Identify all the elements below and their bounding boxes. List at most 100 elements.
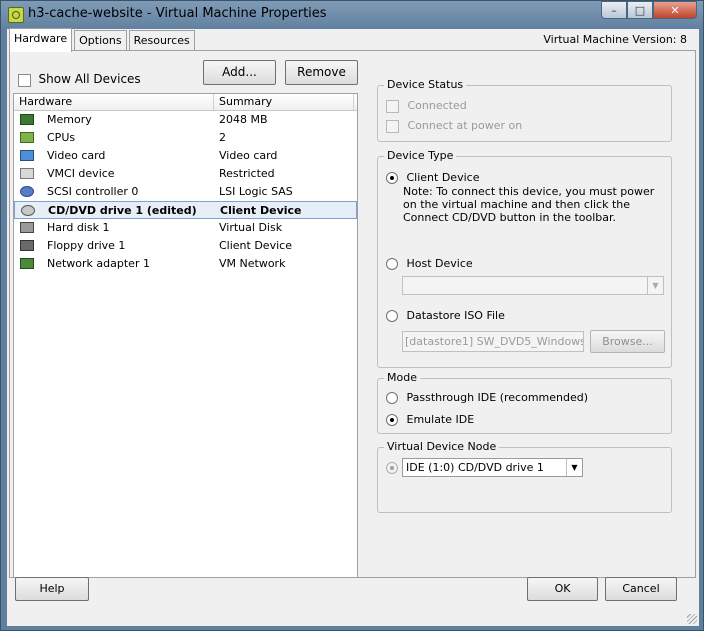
browse-button[interactable]: Browse... <box>590 330 665 353</box>
hardware-name: Network adapter 1 <box>47 257 150 270</box>
mode-group: Mode Passthrough IDE (recommended) Emula… <box>377 371 672 434</box>
emulate-ide-radio[interactable]: Emulate IDE <box>386 413 474 426</box>
hardware-name: Floppy drive 1 <box>47 239 126 252</box>
table-row[interactable]: Video card Video card <box>14 147 357 165</box>
tab-strip: Hardware Options Resources <box>9 28 197 52</box>
hardware-summary: Client Device <box>219 239 292 252</box>
hardware-list-header: Hardware Summary <box>14 94 357 111</box>
hardware-name: Hard disk 1 <box>47 221 110 234</box>
tab-resources[interactable]: Resources <box>128 30 195 51</box>
close-button[interactable]: ✕ <box>653 1 697 19</box>
device-status-group: Device Status Connected Connect at power… <box>377 78 672 142</box>
radio-icon <box>386 392 398 404</box>
cancel-button[interactable]: Cancel <box>605 577 677 601</box>
table-row[interactable]: Network adapter 1 VM Network <box>14 255 357 273</box>
hardware-list: Hardware Summary Memory 2048 MB CPUs 2 Video… <box>13 93 358 578</box>
dialog-client-area: Hardware Options Resources Virtual Machi… <box>7 28 699 626</box>
minimize-icon: – <box>611 3 617 17</box>
radio-icon <box>386 172 398 184</box>
help-button[interactable]: Help <box>15 577 89 601</box>
mode-title: Mode <box>384 371 420 384</box>
connected-checkbox[interactable]: Connected <box>386 99 467 113</box>
table-row[interactable]: CD/DVD drive 1 (edited) Client Device <box>14 201 357 219</box>
device-type-title: Device Type <box>384 149 457 162</box>
cd-dvd-icon <box>21 205 35 216</box>
virtual-device-node-group: Virtual Device Node IDE (1:0) CD/DVD dri… <box>377 440 672 513</box>
hard-disk-icon <box>20 222 34 233</box>
host-device-select[interactable]: ▼ <box>402 276 664 295</box>
ok-button[interactable]: OK <box>527 577 598 601</box>
remove-button[interactable]: Remove <box>285 60 358 85</box>
hardware-rows: Memory 2048 MB CPUs 2 Video card Video card VM… <box>14 111 357 273</box>
add-button[interactable]: Add... <box>203 60 276 85</box>
hardware-name: CD/DVD drive 1 (edited) <box>48 204 197 217</box>
table-row[interactable]: Memory 2048 MB <box>14 111 357 129</box>
hardware-summary: Client Device <box>220 204 302 217</box>
passthrough-ide-label: Passthrough IDE (recommended) <box>406 391 589 404</box>
datastore-iso-radio[interactable]: Datastore ISO File <box>386 309 505 322</box>
minimize-button[interactable]: – <box>601 1 627 19</box>
datastore-iso-path-value: [datastore1] SW_DVD5_Windows_Sv <box>405 335 583 348</box>
hardware-summary: Virtual Disk <box>219 221 283 234</box>
column-summary[interactable]: Summary <box>214 94 354 110</box>
virtual-device-node-radio <box>386 462 398 474</box>
radio-icon <box>386 310 398 322</box>
floppy-icon <box>20 240 34 251</box>
network-adapter-icon <box>20 258 34 269</box>
memory-icon <box>20 114 34 125</box>
dialog-window: h3-cache-website - Virtual Machine Prope… <box>0 0 704 631</box>
window-title: h3-cache-website - Virtual Machine Prope… <box>28 6 327 21</box>
table-row[interactable]: Floppy drive 1 Client Device <box>14 237 357 255</box>
hardware-name: SCSI controller 0 <box>47 185 139 198</box>
hardware-summary: VM Network <box>219 257 286 270</box>
cpu-icon <box>20 132 34 143</box>
checkbox-icon <box>18 73 31 87</box>
window-controls: – □ ✕ <box>601 1 697 19</box>
hardware-name: Video card <box>47 149 106 162</box>
hardware-summary: Video card <box>219 149 278 162</box>
virtual-device-node-title: Virtual Device Node <box>384 440 500 453</box>
hardware-name: VMCI device <box>47 167 115 180</box>
chevron-down-icon: ▼ <box>566 459 582 476</box>
vm-version-label: Virtual Machine Version: 8 <box>543 33 687 46</box>
table-row[interactable]: SCSI controller 0 LSI Logic SAS <box>14 183 357 201</box>
hardware-name: Memory <box>47 113 92 126</box>
monitor-icon <box>20 150 34 161</box>
table-row[interactable]: VMCI device Restricted <box>14 165 357 183</box>
client-device-radio[interactable]: Client Device <box>386 171 479 184</box>
radio-icon <box>386 258 398 270</box>
hardware-tab-panel: Show All Devices Add... Remove Hardware … <box>9 50 696 578</box>
tab-hardware[interactable]: Hardware <box>9 28 73 52</box>
hardware-summary: 2048 MB <box>219 113 268 126</box>
virtual-device-node-select[interactable]: IDE (1:0) CD/DVD drive 1 ▼ <box>402 458 583 477</box>
scsi-icon <box>20 186 34 197</box>
resize-grip[interactable] <box>687 614 697 624</box>
checkbox-icon <box>386 99 399 113</box>
show-all-devices-label: Show All Devices <box>38 72 141 86</box>
client-device-label: Client Device <box>406 171 480 184</box>
maximize-icon: □ <box>634 3 646 17</box>
chevron-down-icon: ▼ <box>647 277 663 294</box>
checkbox-icon <box>386 119 399 133</box>
client-device-note: Note: To connect this device, you must p… <box>403 185 655 224</box>
table-row[interactable]: CPUs 2 <box>14 129 357 147</box>
show-all-devices-checkbox[interactable]: Show All Devices <box>18 72 141 87</box>
close-icon: ✕ <box>670 3 680 17</box>
column-hardware[interactable]: Hardware <box>14 94 214 110</box>
passthrough-ide-radio[interactable]: Passthrough IDE (recommended) <box>386 391 588 404</box>
title-bar[interactable]: h3-cache-website - Virtual Machine Prope… <box>1 1 704 29</box>
connect-at-power-on-checkbox[interactable]: Connect at power on <box>386 119 522 133</box>
connect-at-power-on-label: Connect at power on <box>407 119 523 132</box>
connected-label: Connected <box>407 99 467 112</box>
hardware-summary: 2 <box>219 131 226 144</box>
tab-options[interactable]: Options <box>74 30 127 51</box>
device-status-title: Device Status <box>384 78 467 91</box>
datastore-iso-label: Datastore ISO File <box>406 309 505 322</box>
maximize-button[interactable]: □ <box>627 1 653 19</box>
table-row[interactable]: Hard disk 1 Virtual Disk <box>14 219 357 237</box>
emulate-ide-label: Emulate IDE <box>406 413 475 426</box>
hardware-summary: LSI Logic SAS <box>219 185 293 198</box>
host-device-radio[interactable]: Host Device <box>386 257 473 270</box>
datastore-iso-path-field[interactable]: [datastore1] SW_DVD5_Windows_Sv <box>402 331 584 352</box>
hardware-summary: Restricted <box>219 167 275 180</box>
